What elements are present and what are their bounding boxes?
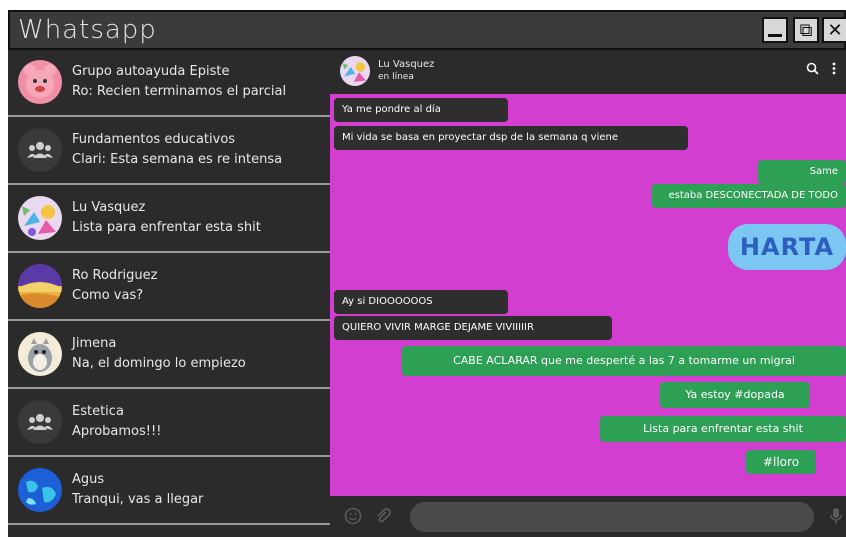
close-icon: ✕ <box>827 19 843 41</box>
minimize-button[interactable] <box>762 17 788 43</box>
chat-panel: Lu Vasquez en línea Ya me pondre al día … <box>330 50 846 537</box>
message-outgoing: CABE ACLARAR que me desperté a las 7 a t… <box>402 346 846 376</box>
app-title: Whatsapp <box>18 15 157 45</box>
chat-preview: Lista para enfrentar esta shit <box>72 220 261 235</box>
chat-list-sidebar: Grupo autoayuda Episte Ro: Recien termin… <box>8 50 330 537</box>
chat-header: Lu Vasquez en línea <box>330 50 846 94</box>
chat-item-lu-vasquez[interactable]: Lu Vasquez Lista para enfrentar esta shi… <box>8 186 330 253</box>
message-input[interactable] <box>410 502 814 532</box>
group-icon <box>18 400 62 444</box>
chat-item-grupo-autoayuda[interactable]: Grupo autoayuda Episte Ro: Recien termin… <box>8 50 330 117</box>
chat-name: Estetica <box>72 404 124 419</box>
divider <box>8 455 330 457</box>
close-button[interactable]: ✕ <box>822 17 846 43</box>
divider <box>8 523 330 525</box>
microphone-icon[interactable] <box>830 507 842 529</box>
whatsapp-window: Whatsapp ⧉ ✕ Grupo autoayuda Episte Ro: … <box>0 0 846 537</box>
title-bar: Whatsapp ⧉ ✕ <box>8 10 846 50</box>
group-icon <box>18 128 62 172</box>
chat-preview: Como vas? <box>72 288 144 303</box>
restore-button[interactable]: ⧉ <box>793 17 819 43</box>
message-incoming: Ay si DIOOOOOOS <box>334 290 508 314</box>
chat-name: Agus <box>72 472 105 487</box>
message-incoming: QUIERO VIVIR MARGE DEJAME VIVIIIIIR <box>334 316 612 340</box>
landscape-avatar <box>18 264 62 308</box>
chat-name: Jimena <box>72 336 117 351</box>
chat-preview: Aprobamos!!! <box>72 424 162 439</box>
message-outgoing: estaba DESCONECTADA DE TODO <box>652 184 846 208</box>
globe-avatar <box>18 468 62 512</box>
chat-item-jimena[interactable]: Jimena Na, el domingo lo empiezo <box>8 322 330 389</box>
message-outgoing: Lista para enfrentar esta shit <box>600 416 846 442</box>
chat-preview: Na, el domingo lo empiezo <box>72 356 246 371</box>
colorful-art-avatar[interactable] <box>340 56 370 86</box>
kebab-menu-icon[interactable] <box>832 62 836 79</box>
message-outgoing: Same <box>758 160 846 184</box>
chat-name: Lu Vasquez <box>72 200 146 215</box>
contact-status: en línea <box>378 72 414 82</box>
chat-item-ro-rodriguez[interactable]: Ro Rodriguez Como vas? <box>8 254 330 321</box>
colorful-art-avatar <box>18 196 62 240</box>
message-composer <box>330 496 846 537</box>
chat-item-agus[interactable]: Agus Tranqui, vas a llegar <box>8 458 330 525</box>
message-area: Ya me pondre al día Mi vida se basa en p… <box>330 94 846 496</box>
chat-preview: Ro: Recien terminamos el parcial <box>72 84 287 99</box>
chat-item-fundamentos[interactable]: Fundamentos educativos Clari: Esta seman… <box>8 118 330 185</box>
divider <box>8 319 330 321</box>
chat-name: Ro Rodriguez <box>72 268 158 283</box>
pink-face-avatar <box>18 60 62 104</box>
paperclip-icon[interactable] <box>374 507 392 529</box>
chat-preview: Tranqui, vas a llegar <box>72 492 204 507</box>
contact-name[interactable]: Lu Vasquez <box>378 59 434 70</box>
message-incoming: Ya me pondre al día <box>334 98 508 122</box>
chat-item-estetica[interactable]: Estetica Aprobamos!!! <box>8 390 330 457</box>
totoro-avatar <box>18 332 62 376</box>
chat-name: Grupo autoayuda Episte <box>72 64 230 79</box>
minimize-icon <box>768 33 782 37</box>
message-incoming: Mi vida se basa en proyectar dsp de la s… <box>334 126 688 150</box>
divider <box>8 387 330 389</box>
chat-name: Fundamentos educativos <box>72 132 236 147</box>
search-icon[interactable] <box>806 62 819 79</box>
divider <box>8 183 330 185</box>
divider <box>8 115 330 117</box>
message-outgoing: Ya estoy #dopada <box>660 382 810 408</box>
restore-icon: ⧉ <box>799 19 813 41</box>
message-outgoing-large: HARTA <box>728 224 846 270</box>
chat-preview: Clari: Esta semana es re intensa <box>72 152 283 167</box>
message-outgoing: #lloro <box>746 450 816 474</box>
divider <box>8 251 330 253</box>
emoji-icon[interactable] <box>344 507 362 529</box>
